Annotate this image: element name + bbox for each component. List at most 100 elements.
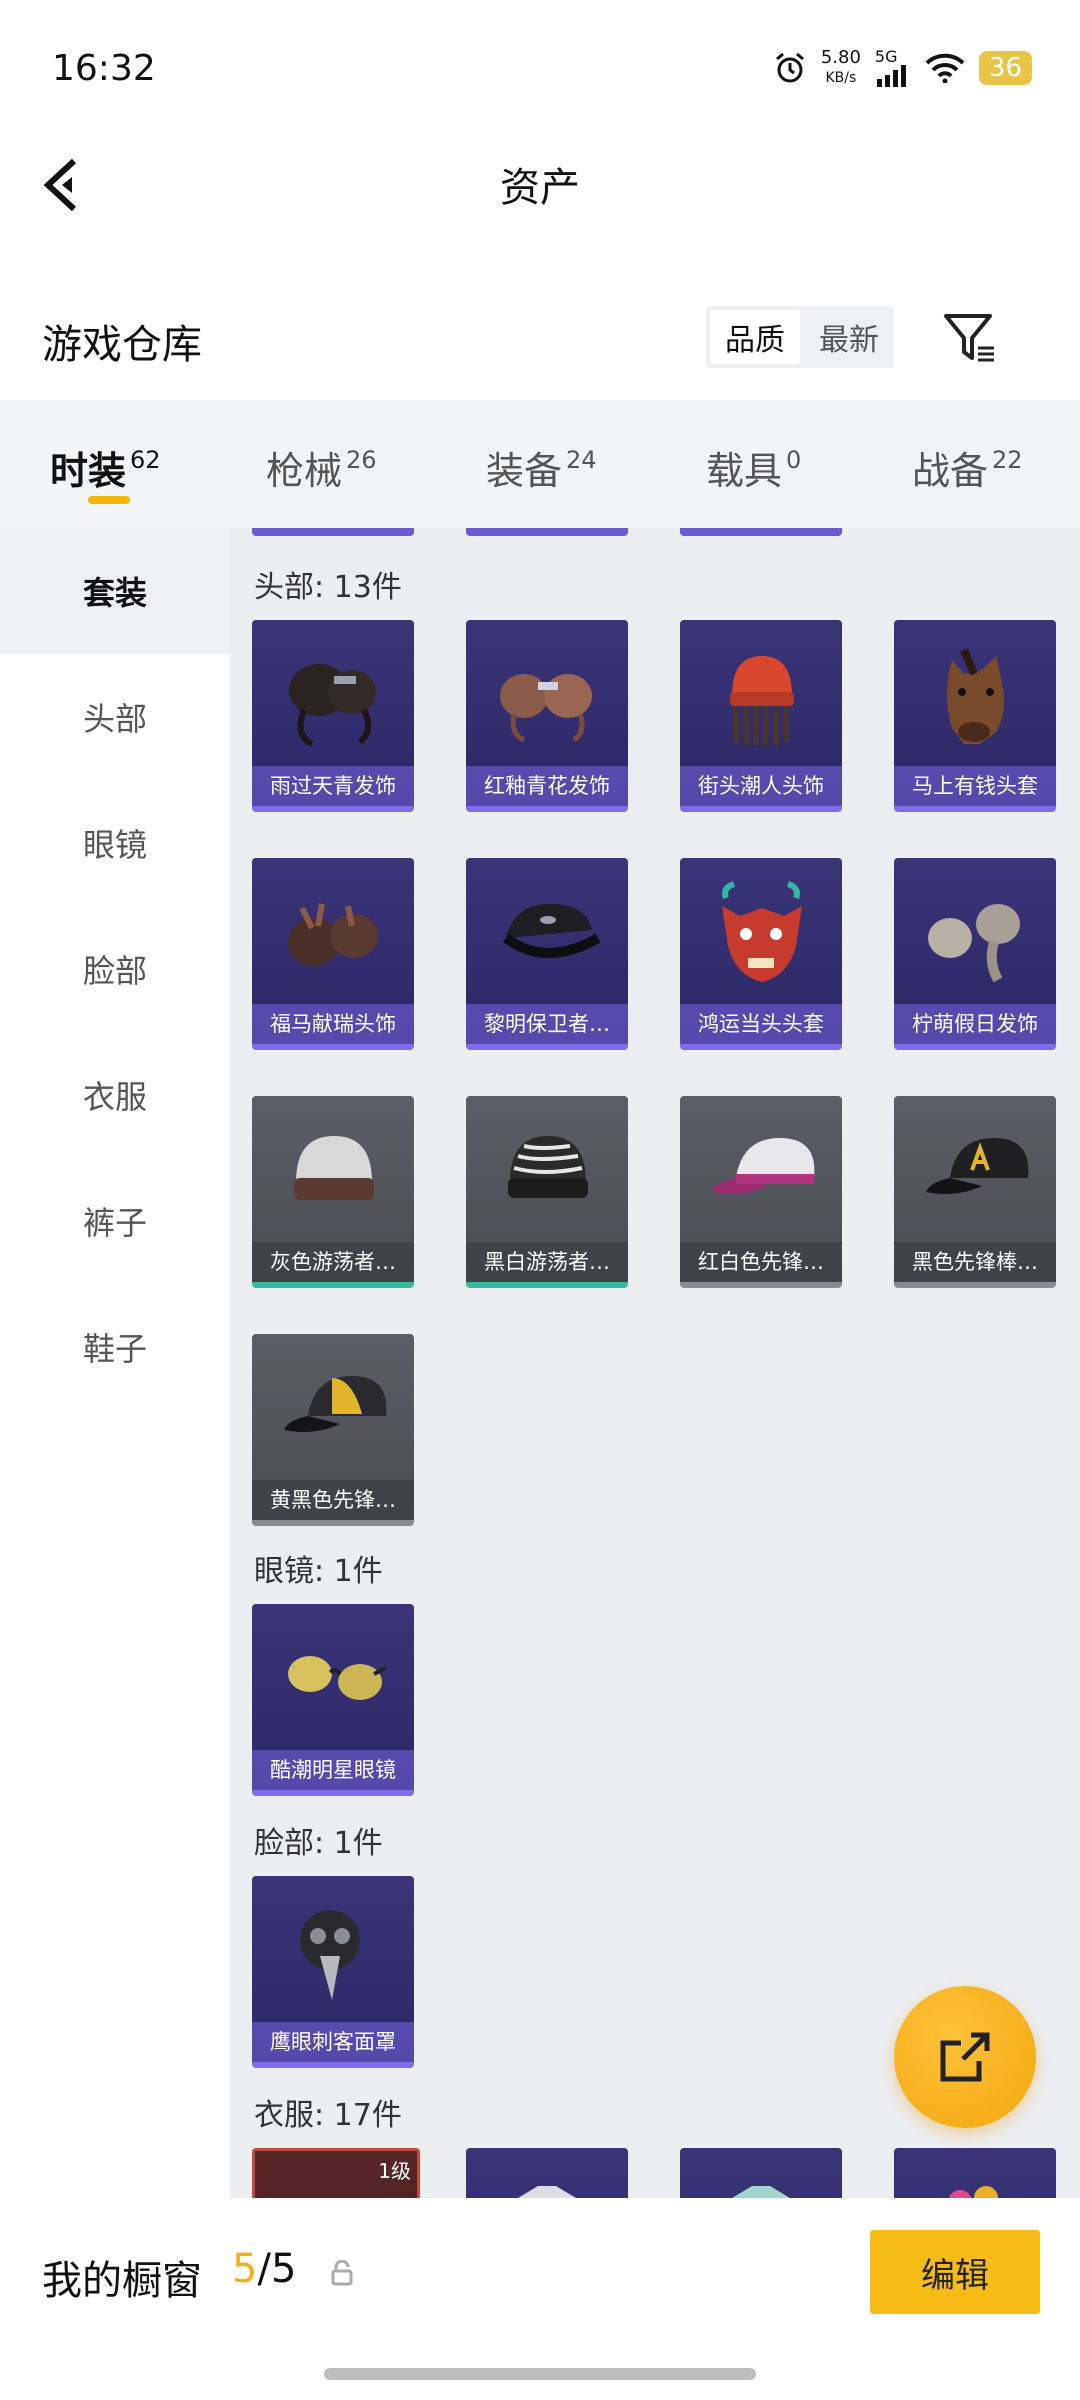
tab-label: 时装	[50, 449, 127, 493]
item-card[interactable]: 红白色先锋…	[680, 1096, 842, 1288]
showcase-total: 5	[270, 2246, 297, 2292]
tab-count: 22	[992, 446, 1023, 474]
item-card[interactable]: 灰色游荡者…	[252, 1096, 414, 1288]
hair-accessory-icon	[289, 664, 376, 747]
home-indicator	[324, 2368, 756, 2380]
sidebar-item-face[interactable]: 脸部	[0, 906, 230, 1032]
baseball-cap-icon	[284, 1376, 387, 1432]
edit-button[interactable]: 编辑	[870, 2230, 1040, 2314]
item-name: 雨过天青发饰	[252, 766, 414, 806]
item-name: 鸿运当头头套	[680, 1004, 842, 1044]
horse-mask-icon	[947, 648, 1004, 744]
hair-accessory-icon	[288, 903, 378, 966]
jacket-icon	[518, 2186, 576, 2198]
item-card[interactable]: 黑白游荡者…	[466, 1096, 628, 1288]
lock-icon	[331, 2260, 353, 2286]
page-title: 资产	[500, 165, 580, 211]
alarm-icon	[775, 52, 804, 83]
item-card[interactable]	[894, 2148, 1056, 2198]
sidebar-item-clothes[interactable]: 衣服	[0, 1032, 230, 1158]
sidebar-item-shoes[interactable]: 鞋子	[0, 1284, 230, 1410]
tab-vehicles[interactable]: 载具 0	[706, 440, 801, 495]
item-card[interactable]: 红釉青花发饰	[466, 620, 628, 812]
item-card[interactable]: 鸿运当头头套	[680, 858, 842, 1050]
item-card[interactable]: 黄黑色先锋…	[252, 1334, 414, 1526]
sort-toggle: 品质 最新	[706, 306, 894, 368]
item-name: 红釉青花发饰	[466, 766, 628, 806]
item-card[interactable]: 街头潮人头饰	[680, 620, 842, 812]
group-label-head: 头部: 13件	[254, 570, 402, 605]
status-time: 16:32	[52, 48, 156, 89]
item-card[interactable]: 黑色先锋棒…	[894, 1096, 1056, 1288]
hair-accessory-icon	[928, 904, 1020, 983]
sidebar-item-pants[interactable]: 裤子	[0, 1158, 230, 1284]
card-edge	[680, 528, 842, 536]
plague-mask-icon	[300, 1910, 360, 2000]
dragon-mask-icon	[722, 881, 802, 982]
net-speed-unit: KB/s	[825, 70, 857, 86]
item-name: 灰色游荡者…	[252, 1242, 414, 1282]
sidebar-item-glasses[interactable]: 眼镜	[0, 780, 230, 906]
item-name: 鹰眼刺客面罩	[252, 2022, 414, 2062]
baseball-cap-icon	[926, 1138, 1029, 1194]
showcase-label: 我的橱窗	[42, 2258, 202, 2304]
item-name: 酷潮明星眼镜	[252, 1750, 414, 1790]
tab-fashion[interactable]: 时装 62	[50, 440, 161, 495]
wifi-icon	[925, 53, 965, 83]
item-card[interactable]: 黎明保卫者…	[466, 858, 628, 1050]
beanie-hat-icon	[508, 1136, 588, 1198]
signal-icon	[876, 65, 906, 87]
net-speed: 5.80 KB/s	[821, 48, 861, 88]
filter-button[interactable]	[940, 310, 1000, 366]
tab-label: 战备	[912, 449, 989, 493]
net-speed-value: 5.80	[820, 47, 861, 68]
level-badge: 1级	[378, 2159, 411, 2183]
sidebar-item-head[interactable]: 头部	[0, 654, 230, 780]
signal: 5G	[875, 49, 911, 87]
showcase-count: 5/5	[232, 2246, 296, 2292]
item-card[interactable]: 马上有钱头套	[894, 620, 1056, 812]
item-name: 黑色先锋棒…	[894, 1242, 1056, 1282]
item-name: 马上有钱头套	[894, 766, 1056, 806]
item-card[interactable]: 1级	[252, 2148, 420, 2198]
filter-icon	[944, 314, 994, 362]
beanie-hat-icon	[294, 1136, 374, 1200]
showcase-separator: /	[257, 2246, 271, 2292]
item-card[interactable]	[466, 2148, 628, 2198]
item-name: 黎明保卫者…	[466, 1004, 628, 1044]
item-grid: 头部: 13件 雨过天青发饰 红釉青花发饰 街头潮人头饰 马上有钱头套 福马献瑞…	[230, 528, 1080, 2198]
item-card[interactable]	[680, 2148, 842, 2198]
active-tab-indicator	[88, 496, 130, 504]
group-label-clothes: 衣服: 17件	[254, 2098, 402, 2133]
item-card[interactable]: 酷潮明星眼镜	[252, 1604, 414, 1796]
item-card[interactable]: 鹰眼刺客面罩	[252, 1876, 414, 2068]
item-name: 柠萌假日发饰	[894, 1004, 1056, 1044]
category-tab-bar: 时装 62 枪械 26 装备 24 载具 0 战备 22	[0, 400, 1080, 528]
tab-equipment[interactable]: 装备 24	[486, 440, 597, 495]
share-button[interactable]	[894, 1986, 1036, 2128]
section-title: 游戏仓库	[42, 322, 202, 368]
sidebar-item-set[interactable]: 套装	[0, 528, 230, 654]
tab-count: 0	[786, 446, 802, 474]
item-card[interactable]: 福马献瑞头饰	[252, 858, 414, 1050]
card-edge	[466, 528, 628, 536]
share-icon	[940, 2032, 990, 2082]
item-name: 街头潮人头饰	[680, 766, 842, 806]
network-type: 5G	[874, 47, 898, 66]
status-icons: 5.80 KB/s 5G 36	[773, 48, 1032, 88]
sort-newest-option[interactable]: 最新	[804, 306, 894, 368]
beanie-hat-icon	[730, 656, 794, 746]
item-name: 红白色先锋…	[680, 1242, 842, 1282]
sidebar: 套装 头部 眼镜 脸部 衣服 裤子 鞋子	[0, 528, 230, 2198]
outfit-icon	[948, 2186, 998, 2198]
battery-indicator: 36	[978, 51, 1032, 85]
jacket-icon	[732, 2186, 790, 2198]
sort-quality-option[interactable]: 品质	[710, 310, 800, 364]
item-card[interactable]: 柠萌假日发饰	[894, 858, 1056, 1050]
showcase-current: 5	[232, 2246, 258, 2292]
hair-accessory-icon	[500, 674, 592, 743]
tab-guns[interactable]: 枪械 26	[266, 440, 377, 495]
item-card[interactable]: 雨过天青发饰	[252, 620, 414, 812]
tab-supplies[interactable]: 战备 22	[912, 440, 1023, 495]
item-name: 黑白游荡者…	[466, 1242, 628, 1282]
